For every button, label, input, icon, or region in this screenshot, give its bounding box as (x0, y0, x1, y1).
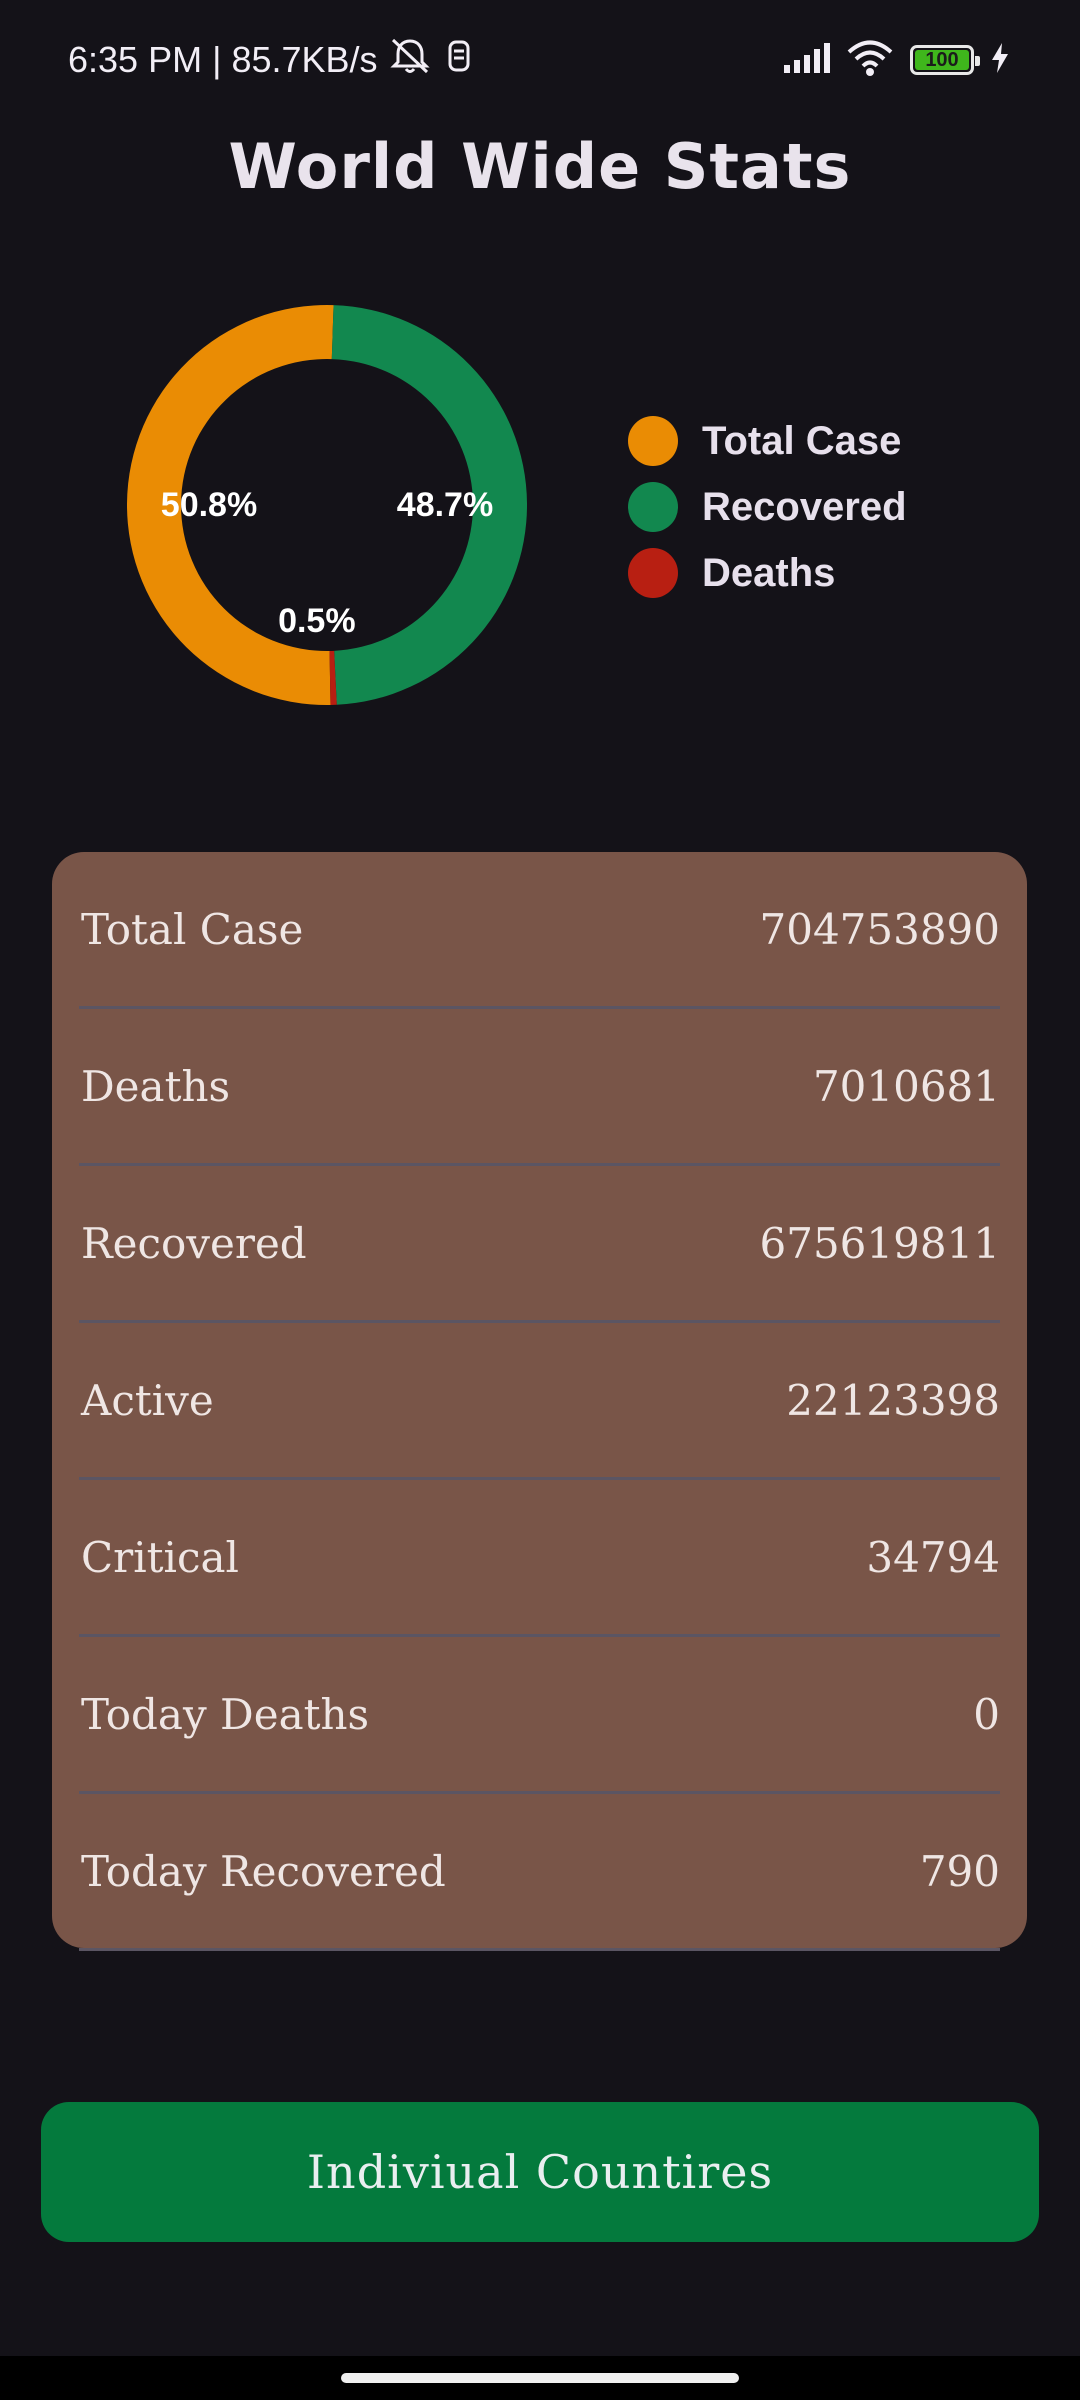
legend-dot-recovered (628, 482, 678, 532)
bell-off-icon (388, 36, 432, 85)
wifi-icon (846, 39, 894, 82)
legend-label-total-case: Total Case (702, 418, 902, 463)
stat-value: 0 (973, 1689, 1000, 1739)
slice-label-deaths: 0.5% (278, 602, 356, 640)
status-right: 100 (782, 36, 1010, 84)
stats-card: Total Case 704753890 Deaths 7010681 Reco… (52, 852, 1027, 1951)
stat-row-critical: Critical 34794 (79, 1480, 1000, 1637)
status-net-speed: 85.7KB/s (231, 39, 378, 80)
legend-dot-deaths (628, 548, 678, 598)
charging-icon (990, 42, 1010, 79)
slice-label-recovered: 48.7% (397, 486, 493, 524)
legend-item-deaths: Deaths (628, 540, 907, 606)
signal-icon (782, 41, 830, 80)
legend-label-recovered: Recovered (702, 484, 907, 529)
stat-row-today-deaths: Today Deaths 0 (79, 1637, 1000, 1794)
legend-item-recovered: Recovered (628, 474, 907, 540)
stat-value: 790 (919, 1846, 1000, 1896)
stat-label: Recovered (81, 1218, 307, 1268)
home-indicator[interactable] (341, 2373, 739, 2383)
donut-chart: 50.8% 48.7% 0.5% (122, 300, 532, 710)
status-left: 6:35 PM | 85.7KB/s (68, 36, 476, 84)
legend-label-deaths: Deaths (702, 550, 836, 595)
stat-row-today-recovered: Today Recovered 790 (79, 1794, 1000, 1951)
stat-label: Deaths (81, 1061, 231, 1111)
stat-row-recovered: Recovered 675619811 (79, 1166, 1000, 1323)
stat-value: 675619811 (759, 1218, 1001, 1268)
slice-label-total-case: 50.8% (161, 486, 257, 524)
individual-countries-button[interactable]: Indiviual Countires (41, 2102, 1039, 2242)
stat-value: 34794 (866, 1532, 1000, 1582)
stat-label: Today Recovered (81, 1846, 446, 1896)
stat-row-active: Active 22123398 (79, 1323, 1000, 1480)
battery-icon: 100 (910, 45, 980, 75)
stat-value: 7010681 (812, 1061, 1000, 1111)
sim-icon (442, 36, 476, 85)
page-title: World Wide Stats (228, 130, 852, 203)
donut-chart-svg: 50.8% 48.7% 0.5% (126, 305, 527, 705)
status-time: 6:35 PM (68, 39, 203, 80)
battery-level: 100 (925, 48, 959, 71)
stat-label: Critical (81, 1532, 239, 1582)
stat-row-total-case: Total Case 704753890 (79, 852, 1000, 1009)
status-bar: 6:35 PM | 85.7KB/s 100 (0, 0, 1080, 118)
status-separator: | (212, 39, 222, 80)
stat-label: Total Case (81, 904, 304, 954)
stat-value: 22123398 (786, 1375, 1000, 1425)
chart-legend: Total Case Recovered Deaths (628, 408, 907, 606)
legend-item-total-case: Total Case (628, 408, 907, 474)
stat-value: 704753890 (759, 904, 1001, 954)
stat-label: Active (81, 1375, 214, 1425)
stat-row-deaths: Deaths 7010681 (79, 1009, 1000, 1166)
legend-dot-total-case (628, 416, 678, 466)
stat-label: Today Deaths (81, 1689, 370, 1739)
